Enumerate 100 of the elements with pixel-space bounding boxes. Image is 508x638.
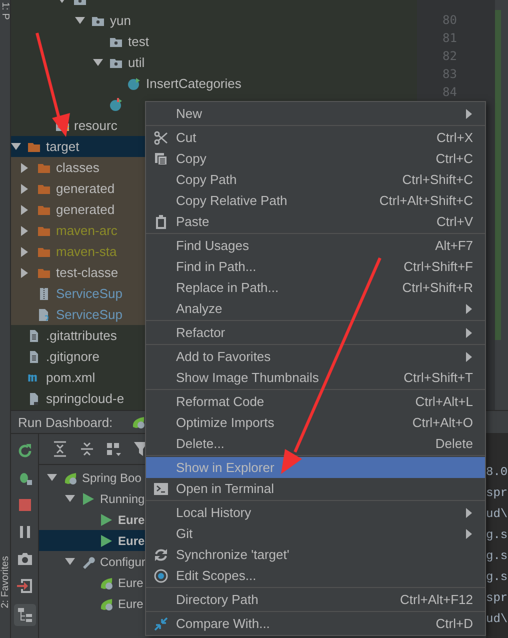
menu-item[interactable]: Refactor <box>146 322 485 343</box>
console-line: spr <box>486 485 508 502</box>
menu-item[interactable]: Copy Relative Path Ctrl+Alt+Shift+C <box>146 190 485 211</box>
camera-icon <box>16 551 32 567</box>
collapse-arrow-icon[interactable] <box>65 558 75 566</box>
tree-item[interactable]: Eure <box>39 572 144 593</box>
shortcut-text: Delete <box>435 436 473 451</box>
console-line: ud\ <box>486 506 508 523</box>
expand-arrow-icon[interactable] <box>21 162 29 172</box>
expand-arrow-icon[interactable] <box>21 226 29 236</box>
shortcut-text: Ctrl+Alt+Shift+C <box>379 193 473 208</box>
console-line: g.s <box>486 527 508 544</box>
menu-item[interactable]: Show Image Thumbnails Ctrl+Shift+T <box>146 367 485 388</box>
tree-item[interactable]: test <box>11 31 149 52</box>
menu-item[interactable]: Find in Path... Ctrl+Shift+F <box>146 256 485 277</box>
tree-item[interactable]: .gitattributes <box>11 325 117 346</box>
shortcut-text: Ctrl+C <box>436 151 473 166</box>
menu-item[interactable]: Compare With... Ctrl+D <box>146 613 485 634</box>
menu-item[interactable]: Replace in Path... Ctrl+Shift+R <box>146 277 485 298</box>
shortcut-text: Ctrl+Shift+T <box>404 370 473 385</box>
menu-item[interactable]: Paste Ctrl+V <box>146 211 485 232</box>
run-icon <box>99 534 113 548</box>
class-icon <box>109 98 123 112</box>
expand-arrow-icon[interactable] <box>21 246 29 256</box>
console-line: ud\ <box>486 611 508 628</box>
shortcut-text: Ctrl+Alt+L <box>415 394 473 409</box>
tool-button[interactable] <box>14 604 36 626</box>
shortcut-text: Ctrl+Alt+F12 <box>400 592 473 607</box>
menu-item[interactable]: Optimize Imports Ctrl+Alt+O <box>146 412 485 433</box>
scope-icon <box>154 568 168 582</box>
shortcut-text: Alt+F7 <box>435 238 473 253</box>
menu-item[interactable]: Git <box>146 523 485 544</box>
toolbar-button[interactable] <box>105 440 123 458</box>
layout-icon <box>16 607 32 623</box>
cut-icon <box>154 130 168 144</box>
spring-boot-icon <box>130 415 147 429</box>
stop-icon <box>16 497 32 513</box>
menu-item[interactable]: Open in Terminal <box>146 478 485 499</box>
run-icon <box>81 492 95 506</box>
maven-icon <box>27 374 38 382</box>
toolbar-button[interactable] <box>78 440 96 458</box>
menu-item[interactable]: Copy Ctrl+C <box>146 148 485 169</box>
tool-button[interactable] <box>16 577 34 595</box>
menu-item[interactable]: Synchronize 'target' <box>146 544 485 565</box>
menu-item[interactable]: Delete... Delete <box>146 433 485 454</box>
rerun-icon <box>16 443 32 459</box>
expand-all-icon <box>52 441 68 457</box>
tree-item[interactable]: Eure <box>39 509 145 530</box>
menu-item[interactable]: New <box>146 103 485 124</box>
class-icon <box>127 76 141 90</box>
menu-item[interactable]: Directory Path Ctrl+Alt+F12 <box>146 589 485 610</box>
expand-arrow-icon[interactable] <box>21 184 29 194</box>
file-icon <box>27 328 41 342</box>
spring-boot-icon <box>63 470 79 484</box>
collapse-arrow-icon[interactable] <box>75 16 85 24</box>
menu-item[interactable]: Analyze <box>146 298 485 319</box>
collapse-arrow-icon[interactable] <box>65 494 75 502</box>
tree-item[interactable]: Running <box>39 488 145 509</box>
file-icon <box>27 350 41 364</box>
collapse-all-icon <box>79 441 95 457</box>
tree-item[interactable]: .gitignore <box>11 346 100 367</box>
tree-item[interactable]: util <box>11 52 145 73</box>
tree-item[interactable]: springcloud-e <box>11 388 124 409</box>
tree-item[interactable]: yun <box>11 10 131 31</box>
menu-item[interactable]: Reformat Code Ctrl+Alt+L <box>146 391 485 412</box>
tree-item[interactable]: pom.xml <box>11 367 96 388</box>
menu-item[interactable]: Add to Favorites <box>146 346 485 367</box>
menu-item[interactable]: Cut Ctrl+X <box>146 127 485 148</box>
spring-boot-icon <box>99 596 115 610</box>
console-line: 8.0 <box>486 464 508 481</box>
console-line: g.s <box>486 569 508 586</box>
shortcut-text: Ctrl+V <box>436 214 473 229</box>
menu-item[interactable]: Copy Path Ctrl+Shift+C <box>146 169 485 190</box>
panel-title: Run Dashboard: <box>18 414 113 430</box>
tool-button[interactable] <box>16 550 34 568</box>
shortcut-text: Ctrl+Shift+C <box>402 172 473 187</box>
tree-item[interactable]: Eure <box>39 593 144 614</box>
menu-item[interactable]: Local History <box>146 502 485 523</box>
shortcut-text: Ctrl+D <box>436 616 473 631</box>
compare-icon <box>154 616 168 630</box>
collapse-arrow-icon[interactable] <box>93 58 103 66</box>
expand-arrow-icon[interactable] <box>21 204 29 214</box>
tree-item[interactable]: Spring Boo <box>39 467 142 488</box>
run-icon <box>99 512 113 526</box>
console-line: g.s <box>486 548 508 565</box>
copy-icon <box>154 152 168 166</box>
expand-arrow-icon[interactable] <box>21 268 29 278</box>
collapse-arrow-icon[interactable] <box>47 474 57 482</box>
menu-item[interactable]: Find Usages Alt+F7 <box>146 235 485 256</box>
menu-item[interactable]: Edit Scopes... <box>146 565 485 586</box>
toolbar-button[interactable] <box>51 440 69 458</box>
tree-item[interactable]: Configur <box>39 551 146 572</box>
collapse-arrow-icon[interactable] <box>11 142 21 150</box>
spring-boot-icon <box>99 576 115 590</box>
exit-icon <box>16 578 32 594</box>
shortcut-text: Ctrl+Alt+O <box>412 415 473 430</box>
console-line: spr <box>486 590 508 607</box>
tree-item[interactable]: InsertCategories <box>11 73 242 94</box>
sync-icon <box>154 548 168 562</box>
unknown-file-icon <box>37 308 51 322</box>
